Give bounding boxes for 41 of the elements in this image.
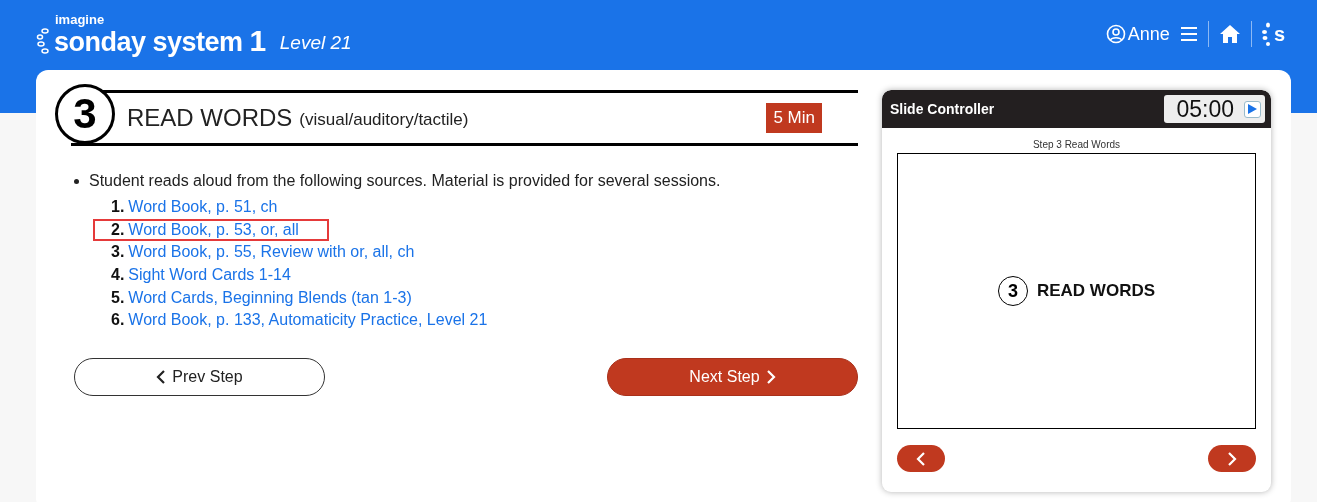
next-slide-button[interactable] xyxy=(1208,445,1256,472)
slide-title: READ WORDS xyxy=(1036,281,1156,301)
logo-dots-icon xyxy=(36,27,50,54)
chevron-right-icon xyxy=(1227,451,1237,466)
chevron-left-icon xyxy=(156,369,167,384)
dots-icon xyxy=(1261,22,1272,46)
source-link[interactable]: Word Book, p. 51, ch xyxy=(128,198,278,217)
duration-badge: 5 Min xyxy=(766,103,822,133)
prev-step-button[interactable]: Prev Step xyxy=(74,357,325,396)
source-link[interactable]: Sight Word Cards 1-14 xyxy=(128,266,291,285)
play-button[interactable] xyxy=(1244,100,1261,118)
home-icon[interactable] xyxy=(1218,24,1241,44)
menu-icon[interactable] xyxy=(1179,26,1198,42)
chevron-right-icon xyxy=(765,369,776,384)
user-menu[interactable]: Anne xyxy=(1105,23,1170,45)
step-subtitle: (visual/auditory/tactile) xyxy=(299,110,469,130)
step-title: READ WORDS xyxy=(127,104,293,132)
slide-caption: Step 3 Read Words xyxy=(1031,139,1122,150)
source-link[interactable]: Word Book, p. 53, or, all xyxy=(128,220,299,239)
chevron-left-icon xyxy=(916,451,926,466)
bullet-icon xyxy=(74,179,79,184)
list-number: 6. xyxy=(111,311,125,330)
step-number: 3 xyxy=(55,84,115,144)
list-number: 1. xyxy=(111,198,125,217)
list-number: 5. xyxy=(111,288,125,307)
list-number: 2. xyxy=(111,220,125,239)
source-link[interactable]: Word Cards, Beginning Blends (tan 1-3) xyxy=(128,288,412,307)
source-link[interactable]: Word Book, p. 133, Automaticity Practice, Level 21 xyxy=(128,311,488,330)
list-number: 4. xyxy=(111,266,125,285)
previous-slide-button[interactable] xyxy=(897,445,945,472)
timer-value: 05:00 xyxy=(1176,95,1234,123)
source-link[interactable]: Word Book, p. 55, Review with or, all, ch xyxy=(128,243,415,262)
instruction-text: Student reads aloud from the following sources. Material is provided for several sessions. xyxy=(89,172,721,190)
user-icon xyxy=(1105,24,1126,44)
controller-title: Slide Controller xyxy=(890,101,995,117)
list-number: 3. xyxy=(111,243,125,262)
next-step-button[interactable]: Next Step xyxy=(607,357,858,396)
level-label: Level 21 xyxy=(279,31,352,54)
play-icon xyxy=(1248,104,1257,114)
logo-button[interactable]: s xyxy=(1261,22,1285,46)
brand-tagline: imagine xyxy=(55,12,106,26)
